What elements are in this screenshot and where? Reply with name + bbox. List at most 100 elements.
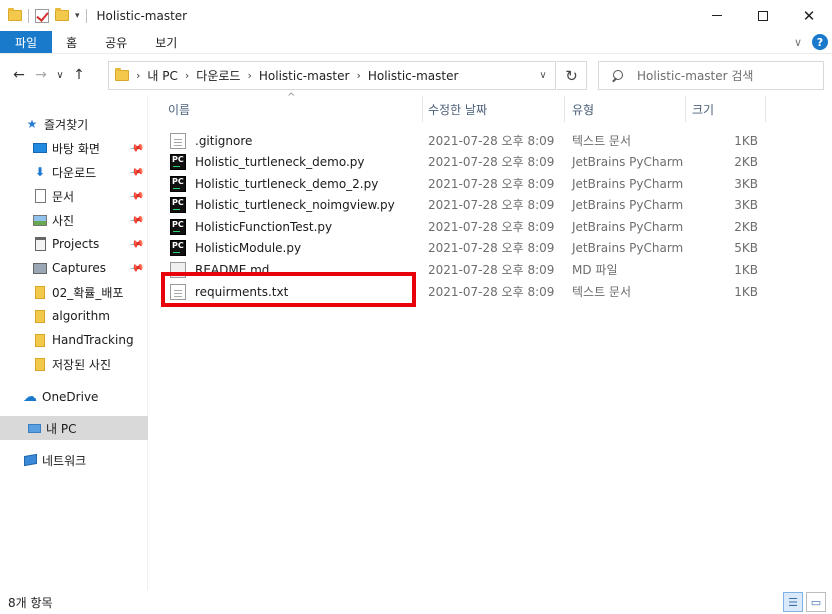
navigation-bar: ← → ∨ ↑ › 내 PC › 다운로드 › Holistic-master …: [0, 55, 832, 95]
sidebar-item-label: Projects: [52, 237, 100, 251]
file-name: HolisticFunctionTest.py: [195, 219, 333, 234]
file-date: 2021-07-28 오후 8:09: [428, 177, 555, 191]
column-divider[interactable]: [422, 96, 423, 122]
clipboard-icon: [32, 236, 48, 252]
large-icons-view-button[interactable]: ▭: [806, 592, 826, 612]
pictures-icon: [32, 212, 48, 228]
details-view-icon: ☰: [788, 595, 798, 609]
sidebar-item-label: Captures: [52, 261, 106, 275]
pycharm-file-icon: [170, 175, 186, 192]
computer-icon: [26, 420, 42, 436]
up-arrow-icon[interactable]: ↑: [68, 67, 90, 83]
folder-icon: [32, 356, 48, 372]
file-type: 텍스트 문서: [572, 134, 632, 148]
file-name: HolisticModule.py: [195, 240, 302, 255]
sidebar-item-downloads[interactable]: ⬇ 다운로드 📌: [0, 160, 148, 184]
file-row[interactable]: Holistic_turtleneck_demo_2.py 2021-07-28…: [164, 173, 764, 194]
search-box[interactable]: Holistic-master 검색: [598, 61, 824, 90]
sidebar-item-projects[interactable]: Projects 📌: [0, 232, 148, 256]
address-bar[interactable]: › 내 PC › 다운로드 › Holistic-master › Holist…: [108, 61, 556, 90]
sidebar-item-quick-access[interactable]: ★ 즐겨찾기: [0, 112, 148, 136]
maximize-button[interactable]: [740, 0, 786, 31]
customize-toolbar-icon[interactable]: ▾: [75, 11, 80, 21]
toolbar-divider: [28, 8, 29, 23]
minimize-button[interactable]: [694, 0, 740, 31]
column-header-name[interactable]: 이름: [168, 96, 422, 122]
breadcrumb-holistic-master[interactable]: Holistic-master: [259, 69, 350, 83]
sidebar-item-folder-02[interactable]: 02_확률_배포: [0, 280, 148, 304]
sidebar-item-documents[interactable]: 문서 📌: [0, 184, 148, 208]
refresh-button[interactable]: ↻: [557, 61, 587, 90]
column-header-type[interactable]: 유형: [572, 96, 684, 122]
window-controls: ✕: [694, 0, 832, 31]
captures-icon: [32, 260, 48, 276]
address-dropdown-icon[interactable]: ∨: [531, 62, 555, 89]
file-size: 1KB: [734, 133, 758, 148]
sidebar-item-label: 저장된 사진: [52, 357, 112, 372]
sidebar-item-onedrive[interactable]: ☁ OneDrive: [0, 385, 148, 409]
file-size: 3KB: [734, 176, 758, 191]
forward-arrow-icon[interactable]: →: [30, 67, 52, 83]
sidebar-item-captures[interactable]: Captures 📌: [0, 256, 148, 280]
column-header-date[interactable]: 수정한 날짜: [428, 96, 564, 122]
column-divider[interactable]: [564, 96, 565, 122]
pin-icon[interactable]: 📌: [128, 212, 145, 228]
pin-icon[interactable]: 📌: [128, 260, 145, 276]
tab-share[interactable]: 공유: [91, 31, 141, 53]
sidebar-item-network[interactable]: 네트워크: [0, 448, 148, 472]
title-bar: ▾ Holistic-master ✕: [0, 0, 832, 31]
file-name: Holistic_turtleneck_noimgview.py: [195, 197, 395, 212]
quick-access-toolbar: ▾: [0, 8, 87, 23]
tab-view[interactable]: 보기: [141, 31, 191, 53]
desktop-icon: [32, 140, 48, 156]
sidebar-item-handtracking[interactable]: HandTracking: [0, 328, 148, 352]
pin-icon[interactable]: 📌: [128, 188, 145, 204]
close-button[interactable]: ✕: [786, 0, 832, 31]
pin-icon[interactable]: 📌: [128, 140, 145, 156]
pin-icon[interactable]: 📌: [128, 164, 145, 180]
search-placeholder: Holistic-master 검색: [637, 69, 754, 83]
sidebar-item-desktop[interactable]: 바탕 화면 📌: [0, 136, 148, 160]
pin-icon[interactable]: 📌: [128, 236, 145, 252]
breadcrumb-this-pc[interactable]: 내 PC: [147, 67, 177, 84]
sidebar-item-algorithm[interactable]: algorithm: [0, 304, 148, 328]
file-type: JetBrains PyCharm: [572, 154, 684, 169]
column-divider[interactable]: [765, 96, 766, 122]
folder-icon: [32, 284, 48, 300]
file-name-cell: README.md: [164, 259, 269, 280]
column-divider[interactable]: [685, 96, 686, 122]
sidebar-item-this-pc[interactable]: 내 PC: [0, 416, 148, 440]
breadcrumb-separator-icon[interactable]: ›: [356, 69, 360, 82]
document-icon: [32, 188, 48, 204]
column-header-size[interactable]: 크기: [692, 96, 764, 122]
properties-icon[interactable]: [35, 8, 49, 23]
file-row[interactable]: HolisticModule.py 2021-07-28 오후 8:09 Jet…: [164, 237, 764, 258]
breadcrumb-separator-icon[interactable]: ›: [136, 69, 140, 82]
file-row[interactable]: Holistic_turtleneck_demo.py 2021-07-28 오…: [164, 151, 764, 172]
expand-ribbon-chevron-icon[interactable]: ∨: [794, 36, 802, 49]
file-name-cell: Holistic_turtleneck_demo.py: [164, 151, 364, 172]
tab-home[interactable]: 홈: [52, 31, 91, 53]
file-row[interactable]: README.md 2021-07-28 오후 8:09 MD 파일 1KB: [164, 259, 764, 280]
breadcrumb-holistic-master-current[interactable]: Holistic-master: [368, 69, 459, 83]
sidebar-item-label: OneDrive: [42, 390, 99, 404]
file-row[interactable]: requirments.txt 2021-07-28 오후 8:09 텍스트 문…: [164, 281, 764, 302]
ribbon-right-controls: ∨ ?: [794, 34, 828, 50]
file-row[interactable]: Holistic_turtleneck_noimgview.py 2021-07…: [164, 194, 764, 215]
back-arrow-icon[interactable]: ←: [8, 67, 30, 83]
sidebar-item-label: 사진: [52, 213, 75, 228]
file-row[interactable]: HolisticFunctionTest.py 2021-07-28 오후 8:…: [164, 216, 764, 237]
details-view-button[interactable]: ☰: [783, 592, 803, 612]
file-type: JetBrains PyCharm: [572, 197, 684, 212]
breadcrumb-downloads[interactable]: 다운로드: [196, 67, 240, 84]
tab-file[interactable]: 파일: [0, 31, 53, 53]
file-row[interactable]: .gitignore 2021-07-28 오후 8:09 텍스트 문서 1KB: [164, 130, 764, 151]
breadcrumb-separator-icon[interactable]: ›: [247, 69, 251, 82]
sidebar-item-saved-pictures[interactable]: 저장된 사진: [0, 352, 148, 376]
pycharm-file-icon: [170, 239, 186, 256]
new-folder-icon[interactable]: [55, 8, 69, 21]
help-icon[interactable]: ?: [812, 34, 828, 50]
breadcrumb-separator-icon[interactable]: ›: [185, 69, 189, 82]
recent-locations-chevron-icon[interactable]: ∨: [52, 70, 68, 81]
sidebar-item-pictures[interactable]: 사진 📌: [0, 208, 148, 232]
